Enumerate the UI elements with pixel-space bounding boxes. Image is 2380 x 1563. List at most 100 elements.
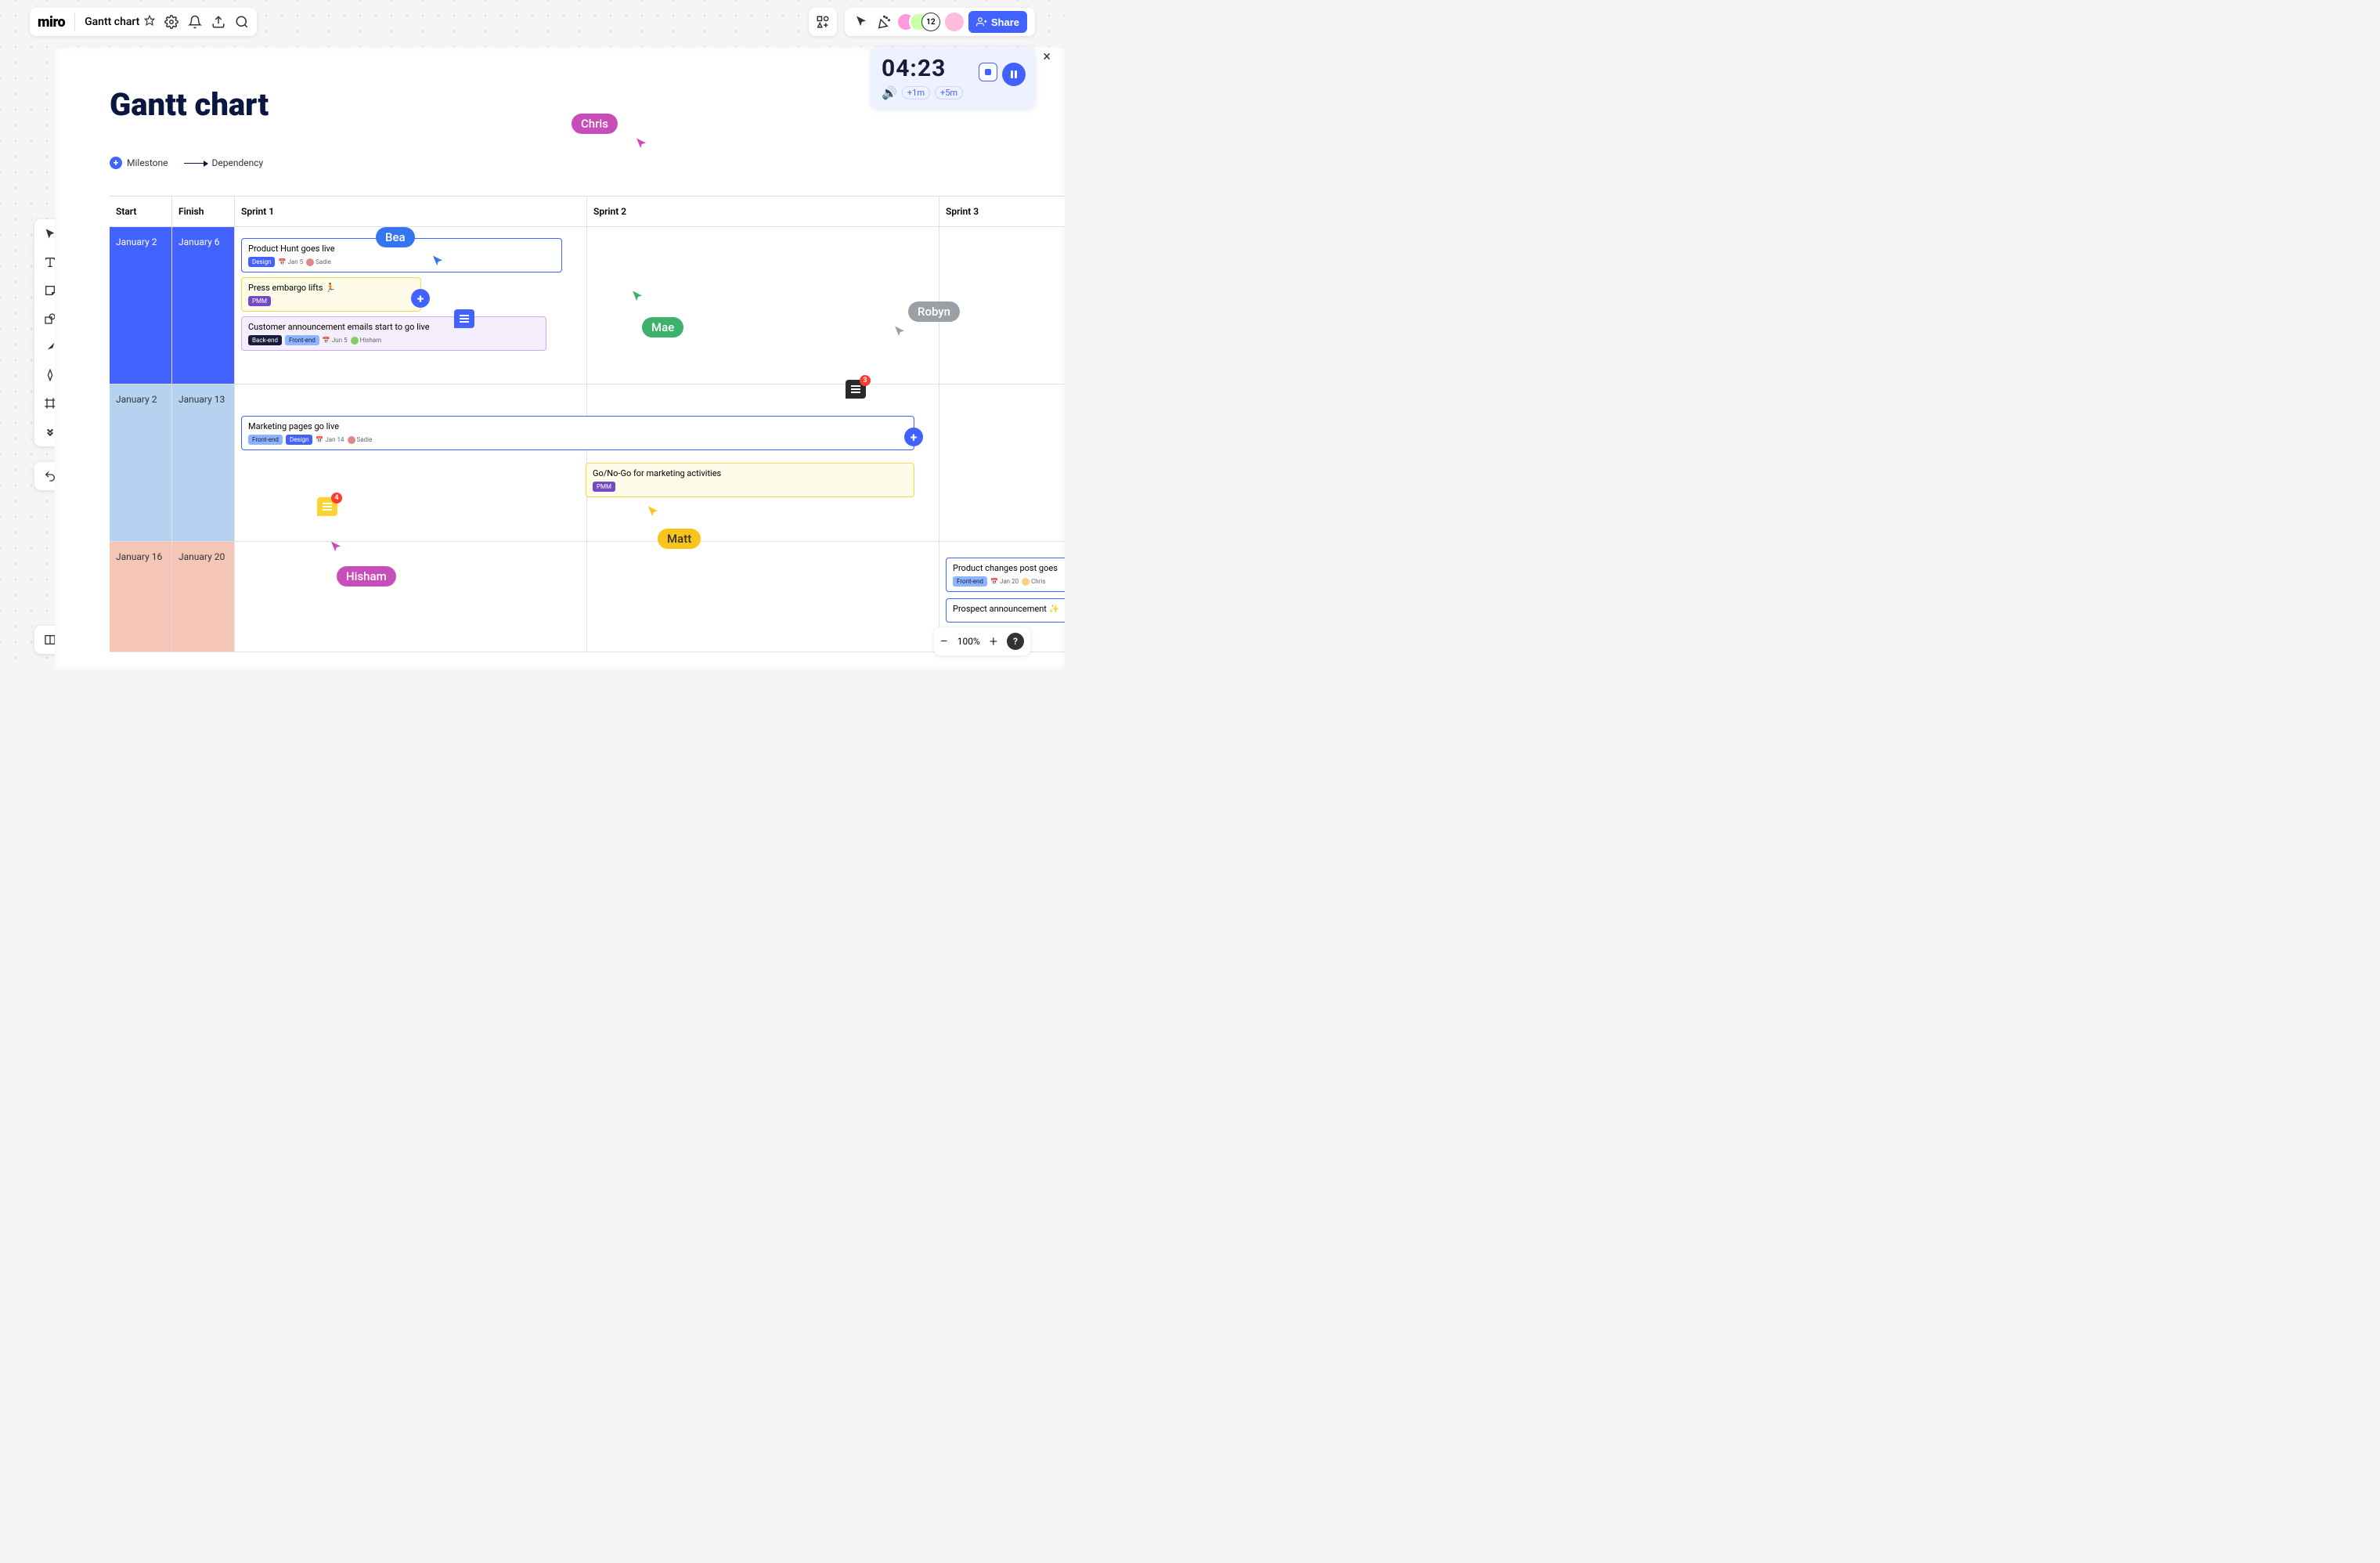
task-card[interactable]: Go/No-Go for marketing activities PMM — [586, 463, 914, 497]
gantt-table: Start Finish Sprint 1 Sprint 2 Sprint 3 … — [110, 196, 1065, 652]
tag-backend: Back-end — [248, 335, 282, 345]
task-title: Go/No-Go for marketing activities — [593, 468, 907, 478]
legend-dependency: Dependency — [184, 157, 264, 168]
start-date: January 2 — [110, 227, 172, 384]
timer-stop-button[interactable] — [979, 63, 997, 81]
start-date: January 16 — [110, 542, 172, 652]
tag-frontend: Front-end — [953, 576, 987, 587]
sound-icon[interactable]: 🔊 — [882, 85, 897, 100]
timer-add-1m[interactable]: +1m — [902, 86, 930, 99]
legend: + Milestone Dependency — [110, 157, 263, 169]
tag-frontend: Front-end — [285, 335, 319, 345]
cursor-mae: Mae — [642, 317, 683, 338]
plus-icon: + — [110, 157, 122, 169]
legend-dependency-label: Dependency — [212, 157, 264, 168]
task-date: 📅 Jan 14 — [316, 436, 344, 443]
search-icon[interactable] — [235, 15, 249, 29]
sprint3-cell[interactable] — [939, 227, 1065, 384]
sprint3-cell[interactable] — [939, 384, 1065, 541]
timer-add-5m[interactable]: +5m — [935, 86, 963, 99]
top-toolbar: miro Gantt chart — [30, 8, 257, 36]
share-label: Share — [991, 16, 1019, 28]
col-start: Start — [110, 197, 172, 226]
tag-frontend: Front-end — [248, 435, 283, 445]
timer-widget[interactable]: × 04:23 🔊 +1m +5m — [871, 47, 1035, 108]
task-assignee: Hisham — [351, 337, 382, 345]
zoom-level[interactable]: 100% — [957, 636, 980, 647]
profile-avatar[interactable] — [945, 13, 964, 31]
help-button[interactable]: ? — [1007, 633, 1024, 650]
task-card[interactable]: Customer announcement emails start to go… — [241, 316, 546, 351]
task-card[interactable]: Prospect announcement ✨ — [946, 598, 1065, 623]
cursor-matt: Matt — [658, 529, 701, 549]
bell-icon[interactable] — [188, 15, 202, 29]
app-logo[interactable]: miro — [38, 14, 65, 31]
task-card[interactable]: Product changes post goes Front-end 📅 Ja… — [946, 558, 1065, 592]
timer-pause-button[interactable] — [1002, 63, 1026, 86]
zoom-out-button[interactable]: − — [940, 634, 948, 650]
task-date: 📅 Jun 5 — [323, 337, 348, 344]
arrow-icon — [184, 163, 207, 164]
board-name[interactable]: Gantt chart — [85, 15, 155, 29]
cursor-hisham: Hisham — [337, 566, 396, 587]
task-date: 📅 Jan 5 — [278, 258, 303, 265]
comment-icon[interactable]: 3 — [846, 380, 866, 399]
task-assignee: Sadie — [348, 436, 373, 444]
reactions-icon[interactable] — [874, 13, 892, 31]
add-milestone-button[interactable]: + — [411, 289, 430, 308]
col-finish: Finish — [172, 197, 235, 226]
sprint1-cell[interactable]: Marketing pages go live Front-end Design… — [235, 384, 587, 541]
task-title: Product changes post goes — [953, 563, 1065, 573]
tag-pmm: PMM — [248, 296, 271, 306]
task-card[interactable]: Press embargo lifts 🏃 PMM + — [241, 277, 421, 312]
task-assignee: Chris — [1022, 578, 1045, 586]
legend-milestone-label: Milestone — [127, 157, 168, 168]
collaborator-count: 12 — [921, 13, 940, 31]
sprint2-cell[interactable]: Go/No-Go for marketing activities PMM — [587, 384, 939, 541]
task-meta: Design 📅 Jan 5 Sadie — [248, 257, 555, 267]
tag-pmm: PMM — [593, 482, 615, 492]
page-title: Gantt chart — [110, 86, 269, 123]
collab-toolbar: 12 Share — [845, 8, 1035, 36]
col-sprint3: Sprint 3 — [939, 197, 1065, 226]
tag-design: Design — [286, 435, 312, 445]
sprint1-cell[interactable] — [235, 542, 587, 652]
legend-milestone: + Milestone — [110, 157, 168, 169]
sprint1-cell[interactable]: Product Hunt goes live Design 📅 Jan 5 Sa… — [235, 227, 587, 384]
close-icon[interactable]: × — [1043, 49, 1051, 65]
comment-badge: 4 — [331, 493, 342, 504]
collaborator-avatars[interactable]: 12 — [896, 13, 940, 31]
task-title: Prospect announcement ✨ — [953, 604, 1065, 614]
finish-date: January 20 — [172, 542, 235, 652]
settings-icon[interactable] — [164, 15, 178, 29]
comment-icon[interactable] — [454, 309, 474, 328]
pointer-mode-icon[interactable] — [853, 13, 870, 31]
task-assignee: Sadie — [306, 258, 331, 266]
sprint2-cell[interactable] — [587, 227, 939, 384]
board-name-text: Gantt chart — [85, 16, 139, 28]
start-date: January 2 — [110, 384, 172, 541]
zoom-in-button[interactable]: + — [990, 634, 997, 650]
cursor-bea: Bea — [376, 227, 415, 247]
col-sprint2: Sprint 2 — [587, 197, 939, 226]
tag-design: Design — [248, 257, 275, 267]
comment-icon[interactable]: 4 — [317, 497, 337, 516]
top-right-cluster: 12 Share — [809, 8, 1035, 36]
comment-badge: 3 — [860, 375, 871, 386]
finish-date: January 13 — [172, 384, 235, 541]
share-button[interactable]: Share — [968, 11, 1027, 33]
add-milestone-button[interactable]: + — [904, 428, 923, 446]
table-header-row: Start Finish Sprint 1 Sprint 2 Sprint 3 — [110, 197, 1065, 227]
divider — [74, 13, 75, 31]
apps-button[interactable] — [809, 8, 837, 36]
export-icon[interactable] — [211, 15, 225, 29]
table-row: January 16 January 20 Product changes po… — [110, 542, 1065, 652]
task-title: Customer announcement emails start to go… — [248, 322, 539, 332]
task-date: 📅 Jan 20 — [990, 578, 1019, 585]
board-canvas[interactable]: Gantt chart + Milestone Dependency Start… — [55, 47, 1065, 670]
star-icon[interactable] — [144, 15, 155, 29]
sprint2-cell[interactable] — [587, 542, 939, 652]
task-title: Press embargo lifts 🏃 — [248, 283, 414, 293]
finish-date: January 6 — [172, 227, 235, 384]
table-row: January 2 January 13 Marketing pages go … — [110, 384, 1065, 542]
